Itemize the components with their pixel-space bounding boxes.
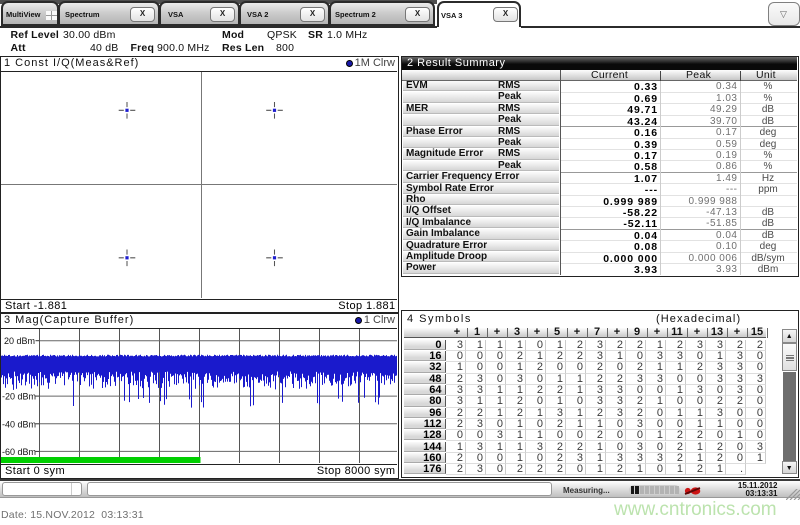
- svg-text:20 dBm: 20 dBm: [4, 336, 35, 346]
- svg-text:-40 dBm: -40 dBm: [2, 419, 36, 429]
- svg-text:-60 dBm: -60 dBm: [2, 447, 36, 457]
- svg-text:-20 dBm: -20 dBm: [2, 391, 36, 401]
